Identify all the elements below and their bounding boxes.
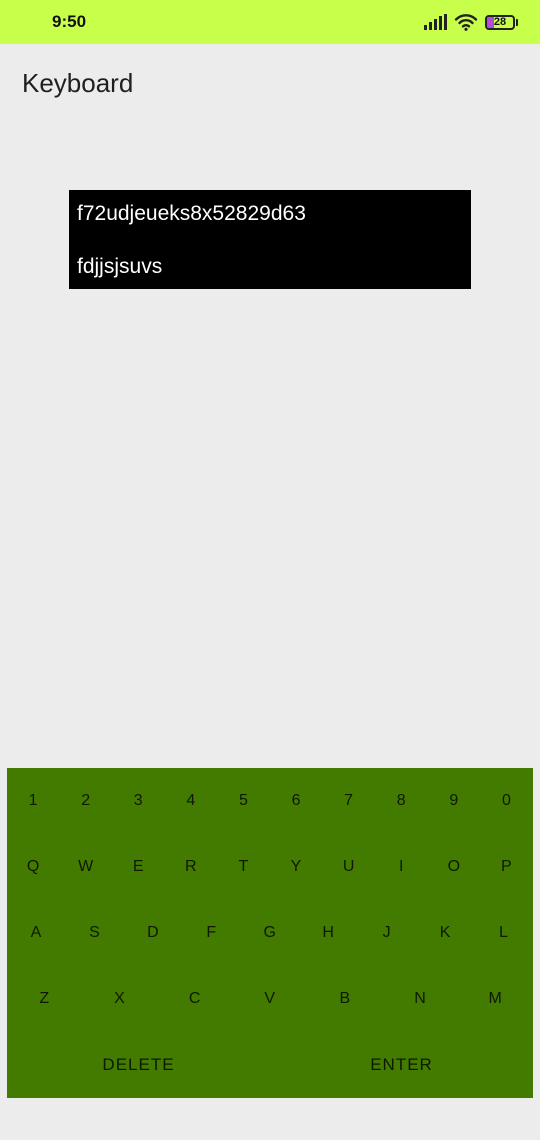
key-b[interactable]: B <box>308 966 383 1032</box>
key-g[interactable]: G <box>241 900 299 966</box>
battery-level: 28 <box>493 16 507 28</box>
key-y[interactable]: Y <box>270 834 323 900</box>
key-h[interactable]: H <box>299 900 357 966</box>
key-c[interactable]: C <box>157 966 232 1032</box>
status-icons: 28 <box>424 13 518 31</box>
key-v[interactable]: V <box>232 966 307 1032</box>
battery-nub <box>516 18 518 26</box>
wifi-icon <box>454 14 478 31</box>
key-z[interactable]: Z <box>7 966 82 1032</box>
key-x[interactable]: X <box>82 966 157 1032</box>
key-7[interactable]: 7 <box>323 768 376 834</box>
text-display: f72udjeueks8x52829d63 fdjjsjsuvs <box>69 190 471 289</box>
key-m[interactable]: M <box>458 966 533 1032</box>
key-w[interactable]: W <box>60 834 113 900</box>
battery-icon: 28 <box>485 14 515 30</box>
key-e[interactable]: E <box>112 834 165 900</box>
key-row-bottom: Z X C V B N M <box>7 966 533 1032</box>
keyboard: 1 2 3 4 5 6 7 8 9 0 Q W E R T Y U I O P … <box>7 768 533 1098</box>
key-8[interactable]: 8 <box>375 768 428 834</box>
key-o[interactable]: O <box>428 834 481 900</box>
key-p[interactable]: P <box>480 834 533 900</box>
key-5[interactable]: 5 <box>217 768 270 834</box>
status-bar: 9:50 28 <box>0 0 540 44</box>
status-time: 9:50 <box>52 12 87 31</box>
key-n[interactable]: N <box>383 966 458 1032</box>
enter-button[interactable]: ENTER <box>270 1032 533 1098</box>
text-line-1: f72udjeueks8x52829d63 <box>77 202 306 225</box>
key-row-actions: DELETE ENTER <box>7 1032 533 1098</box>
key-i[interactable]: I <box>375 834 428 900</box>
key-3[interactable]: 3 <box>112 768 165 834</box>
delete-button[interactable]: DELETE <box>7 1032 270 1098</box>
key-q[interactable]: Q <box>7 834 60 900</box>
key-f[interactable]: F <box>182 900 240 966</box>
key-row-top: Q W E R T Y U I O P <box>7 834 533 900</box>
signal-icon <box>424 14 447 30</box>
key-d[interactable]: D <box>124 900 182 966</box>
key-2[interactable]: 2 <box>60 768 113 834</box>
key-t[interactable]: T <box>217 834 270 900</box>
key-u[interactable]: U <box>323 834 376 900</box>
key-a[interactable]: A <box>7 900 65 966</box>
key-r[interactable]: R <box>165 834 218 900</box>
key-row-middle: A S D F G H J K L <box>7 900 533 966</box>
key-k[interactable]: K <box>416 900 474 966</box>
key-0[interactable]: 0 <box>480 768 533 834</box>
key-6[interactable]: 6 <box>270 768 323 834</box>
key-j[interactable]: J <box>358 900 416 966</box>
key-s[interactable]: S <box>65 900 123 966</box>
text-line-2: fdjjsjsuvs <box>77 255 163 278</box>
key-row-numbers: 1 2 3 4 5 6 7 8 9 0 <box>7 768 533 834</box>
key-4[interactable]: 4 <box>165 768 218 834</box>
key-1[interactable]: 1 <box>7 768 60 834</box>
page-title: Keyboard <box>22 68 134 98</box>
key-9[interactable]: 9 <box>428 768 481 834</box>
key-l[interactable]: L <box>475 900 533 966</box>
